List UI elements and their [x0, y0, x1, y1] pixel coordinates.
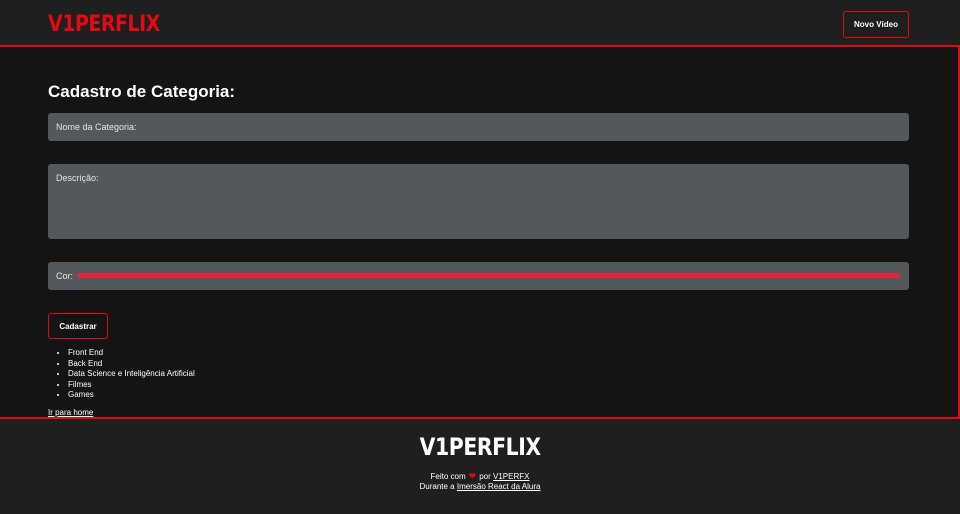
during-text: Durante a [419, 482, 455, 491]
home-link[interactable]: Ir para home [48, 408, 93, 417]
page-title: Cadastro de Categoria: [48, 82, 236, 101]
list-item: Games [68, 390, 195, 401]
footer: V1PERFLIX Feito com ❤ por V1PERFX Durante … [0, 417, 960, 514]
top-nav: V1PERFLIX Novo Vídeo [0, 0, 960, 47]
category-name-field[interactable]: Nome da Categoria: [48, 113, 909, 141]
list-item: Back End [68, 359, 195, 370]
category-name-label: Nome da Categoria: [56, 122, 137, 132]
made-with-text: Feito com [430, 472, 466, 481]
submit-button[interactable]: Cadastrar [48, 313, 108, 339]
event-link[interactable]: Imersão React da Alura [457, 482, 541, 491]
description-field[interactable]: Descrição: [48, 164, 909, 239]
new-video-button[interactable]: Novo Vídeo [843, 11, 909, 38]
description-label: Descrição: [56, 173, 99, 183]
footer-event: Durante a Imersão React da Alura [0, 482, 960, 491]
color-picker-swatch[interactable] [77, 273, 900, 278]
list-item: Front End [68, 348, 195, 359]
list-item: Data Science e Inteligência Artificial [68, 369, 195, 380]
by-text: por [479, 472, 491, 481]
footer-logo-text: V1PERFLIX [419, 433, 541, 461]
logo[interactable]: V1PERFLIX [48, 12, 160, 37]
footer-logo[interactable]: V1PERFLIX [0, 433, 960, 461]
color-label: Cor: [56, 271, 74, 281]
footer-credits: Feito com ❤ por V1PERFX [0, 471, 960, 482]
heart-icon: ❤ [468, 471, 477, 481]
author-link[interactable]: V1PERFX [493, 472, 529, 481]
color-field[interactable]: Cor: [48, 262, 909, 290]
list-item: Filmes [68, 380, 195, 391]
category-list: Front End Back End Data Science e Inteli… [68, 348, 195, 401]
main-content: Cadastro de Categoria: Nome da Categoria… [0, 49, 960, 417]
